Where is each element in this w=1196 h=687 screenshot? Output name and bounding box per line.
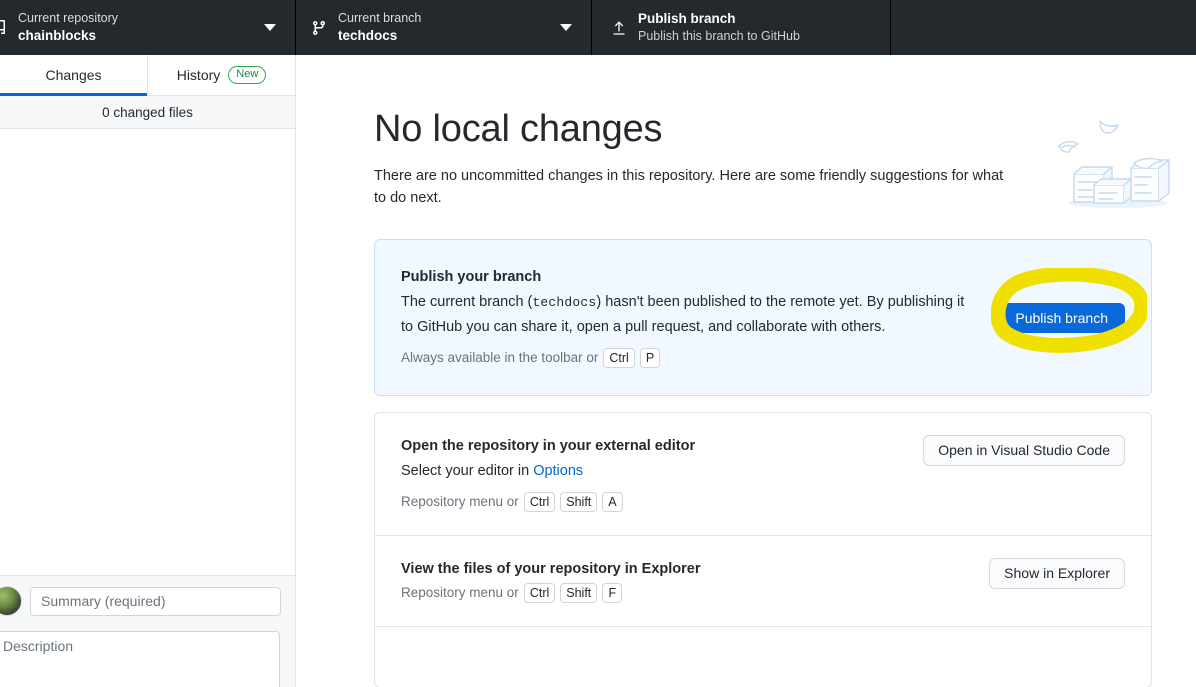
publish-branch-toolbar-button[interactable]: Publish branch Publish this branch to Gi… xyxy=(592,0,891,55)
suggestion-action: Publish branch xyxy=(990,266,1150,353)
current-repository-button[interactable]: Current repository chainblocks xyxy=(0,0,296,55)
publish-branch-toolbar-title: Publish branch xyxy=(638,11,736,26)
blankslate: No local changes There are no uncommitte… xyxy=(296,55,1196,687)
suggestion-card-show-in-explorer: View the files of your repository in Exp… xyxy=(375,536,1151,627)
commit-description-input[interactable] xyxy=(0,631,280,687)
changed-files-count: 0 changed files xyxy=(102,104,193,120)
current-branch-button[interactable]: Current branch techdocs xyxy=(296,0,592,55)
keycap-f: F xyxy=(602,583,623,603)
page-title: No local changes xyxy=(374,108,663,150)
avatar xyxy=(0,586,22,616)
suggestion-description-before: The current branch ( xyxy=(401,294,533,310)
current-repository-value: chainblocks xyxy=(18,28,97,43)
suggestion-hint-text: Repository menu or xyxy=(401,494,519,509)
current-branch-label: Current branch xyxy=(338,11,422,25)
options-link[interactable]: Options xyxy=(533,463,583,479)
suggestion-title: Publish your branch xyxy=(401,269,542,285)
chevron-down-icon xyxy=(264,24,276,31)
tab-history[interactable]: History New xyxy=(148,55,295,95)
tab-changes[interactable]: Changes xyxy=(0,55,148,96)
publish-branch-button[interactable]: Publish branch xyxy=(998,302,1125,333)
git-branch-icon xyxy=(306,20,332,36)
suggestion-title: Open the repository in your external edi… xyxy=(401,438,696,454)
app-toolbar: Current repository chainblocks Current b… xyxy=(0,0,1196,55)
suggestion-description: Select your editor in Options xyxy=(401,459,907,483)
open-in-visual-studio-code-button[interactable]: Open in Visual Studio Code xyxy=(923,435,1125,466)
keycap-shift: Shift xyxy=(560,583,598,603)
upload-icon xyxy=(606,20,632,36)
sidebar-tabs: Changes History New xyxy=(0,55,295,96)
suggestion-card-open-external-editor: Open the repository in your external edi… xyxy=(375,413,1151,536)
tab-history-label: History xyxy=(176,67,221,83)
keycap-p: P xyxy=(639,348,661,368)
sidebar: Changes History New 0 changed files xyxy=(0,55,296,687)
keycap-shift: Shift xyxy=(560,492,598,512)
publish-branch-toolbar-text: Publish branch Publish this branch to Gi… xyxy=(632,10,881,45)
github-desktop-window: Current repository chainblocks Current b… xyxy=(0,0,1196,687)
keycap-ctrl: Ctrl xyxy=(523,492,556,512)
toolbar-divider xyxy=(890,0,891,55)
suggestion-hint: Repository menu or Ctrl Shift A xyxy=(401,491,907,513)
suggestion-hint-text: Repository menu or xyxy=(401,585,519,600)
suggestion-body: Open the repository in your external edi… xyxy=(401,435,907,513)
current-branch-value: techdocs xyxy=(338,28,398,43)
suggestion-hint: Repository menu or Ctrl Shift F xyxy=(401,582,973,604)
publish-branch-toolbar-subtitle: Publish this branch to GitHub xyxy=(638,29,800,43)
page-subtitle: There are no uncommitted changes in this… xyxy=(374,168,1004,206)
current-repository-text: Current repository chainblocks xyxy=(12,10,264,45)
current-branch-text: Current branch techdocs xyxy=(332,10,560,45)
suggestion-body: View the files of your repository in Exp… xyxy=(401,558,973,604)
keycap-ctrl: Ctrl xyxy=(523,583,556,603)
suggestion-title: View the files of your repository in Exp… xyxy=(401,561,701,577)
show-in-explorer-button[interactable]: Show in Explorer xyxy=(989,558,1125,589)
tab-changes-label: Changes xyxy=(45,67,102,83)
current-repository-label: Current repository xyxy=(18,11,119,25)
suggestion-hint: Always available in the toolbar or Ctrl … xyxy=(401,347,1125,369)
suggestion-card-next xyxy=(375,627,1151,687)
keycap-a: A xyxy=(602,492,623,512)
suggestion-description: The current branch (techdocs) hasn't bee… xyxy=(401,290,971,339)
commit-form xyxy=(0,575,295,687)
suggestion-card-publish-branch: Publish your branch The current branch (… xyxy=(374,239,1152,396)
keycap-ctrl: Ctrl xyxy=(603,348,635,368)
changed-files-list[interactable] xyxy=(0,129,295,616)
history-new-badge: New xyxy=(228,66,267,84)
chevron-down-icon xyxy=(560,24,572,31)
main-content: No local changes There are no uncommitte… xyxy=(296,55,1196,687)
changed-files-header: 0 changed files xyxy=(0,96,295,129)
repo-icon xyxy=(0,19,12,36)
suggestion-hint-text: Always available in the toolbar or xyxy=(401,350,599,365)
suggestion-description-before: Select your editor in xyxy=(401,463,534,479)
commit-summary-input[interactable] xyxy=(30,586,281,616)
empty-boxes-illustration xyxy=(1046,103,1186,213)
branch-name-code: techdocs xyxy=(532,295,597,310)
commit-summary-row xyxy=(0,586,281,616)
suggestion-card-stack: Open the repository in your external edi… xyxy=(374,412,1152,687)
